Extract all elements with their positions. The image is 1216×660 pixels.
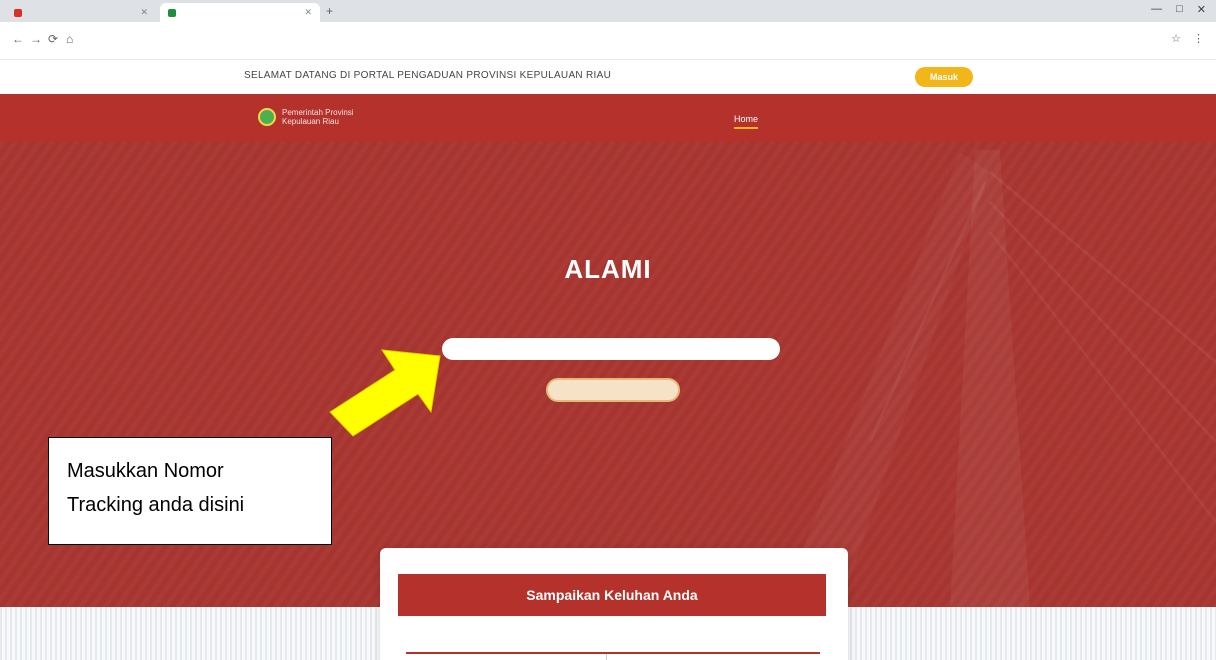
logo-line: Pemerintah Provinsi [282, 108, 354, 117]
browser-menu-icon[interactable]: ⋮ [1193, 32, 1204, 45]
bookmark-star-icon[interactable]: ☆ [1171, 32, 1181, 45]
complaint-card-tabs [406, 652, 820, 660]
close-tab-icon[interactable]: ✕ [300, 7, 312, 18]
tracking-number-input[interactable] [442, 338, 780, 360]
annotation-line: Masukkan Nomor [67, 460, 224, 482]
track-complaint-button[interactable] [546, 378, 680, 402]
announcement-text: SELAMAT DATANG DI PORTAL PENGADUAN PROVI… [244, 70, 612, 81]
complaint-card: Sampaikan Keluhan Anda [380, 548, 848, 660]
login-button[interactable]: Masuk [915, 67, 973, 87]
maximize-icon[interactable]: □ [1176, 3, 1183, 16]
logo-line: Kepulauan Riau [282, 117, 339, 126]
reload-icon[interactable]: ⟳ [48, 32, 58, 46]
browser-tab[interactable]: ✕ [6, 3, 156, 22]
browser-tab-active[interactable]: ✕ [160, 3, 320, 22]
site-navbar: Pemerintah Provinsi Kepulauan Riau Home [0, 94, 1216, 142]
address-bar: ← → ⟳ ⌂ ☆ ⋮ [0, 22, 1216, 60]
back-icon[interactable]: ← [12, 32, 24, 46]
menu-item-home[interactable]: Home [734, 114, 759, 129]
close-tab-icon[interactable]: ✕ [136, 7, 148, 18]
minimize-icon[interactable]: — [1151, 3, 1162, 16]
window-controls: — □ ✕ [1151, 3, 1206, 16]
close-window-icon[interactable]: ✕ [1197, 3, 1206, 16]
browser-extensions: ☆ ⋮ [1171, 32, 1204, 45]
site-logo[interactable]: Pemerintah Provinsi Kepulauan Riau [258, 108, 354, 126]
logo-text: Pemerintah Provinsi Kepulauan Riau [282, 108, 354, 126]
forward-icon[interactable]: → [30, 32, 42, 46]
complaint-card-heading: Sampaikan Keluhan Anda [398, 574, 826, 616]
annotation-callout-box: Masukkan Nomor Tracking anda disini [48, 437, 332, 545]
annotation-line: Tracking anda disini [67, 494, 245, 516]
browser-tab-strip: ✕ ✕ + — □ ✕ [0, 0, 1216, 22]
screenshot: ✕ ✕ + — □ ✕ ← → ⟳ ⌂ ☆ ⋮ SELAMAT DATANG D… [0, 0, 1216, 660]
main-menu: Home [734, 114, 806, 129]
new-tab-button[interactable]: + [326, 4, 333, 18]
province-seal-icon [258, 108, 276, 126]
announcement-bar: SELAMAT DATANG DI PORTAL PENGADUAN PROVI… [0, 60, 1216, 94]
favicon-icon [14, 8, 22, 17]
hero-title: ALAMI [564, 254, 652, 284]
home-icon[interactable]: ⌂ [66, 32, 73, 46]
tab-divider [606, 654, 607, 660]
favicon-icon [168, 8, 176, 17]
